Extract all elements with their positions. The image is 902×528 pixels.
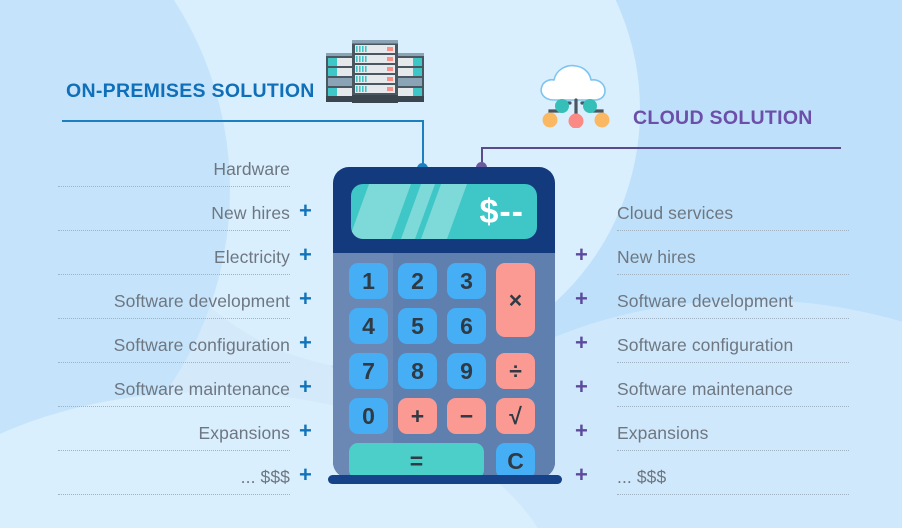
calc-key-multiply[interactable]: × [496, 263, 535, 337]
onprem-connector-line [62, 120, 424, 122]
plus-icon: + [299, 374, 312, 399]
list-item: + Electricity [58, 231, 312, 275]
list-item-label: Expansions [617, 423, 709, 443]
calc-key-8[interactable]: 8 [398, 353, 437, 389]
list-item: + ... $$$ [575, 451, 849, 495]
calc-key-7[interactable]: 7 [349, 353, 388, 389]
calc-key-0[interactable]: 0 [349, 398, 388, 434]
list-item: + Software maintenance [575, 363, 849, 407]
list-item: + Software configuration [58, 319, 312, 363]
list-item-label: Software maintenance [113, 379, 290, 399]
list-item: + ... $$$ [58, 451, 312, 495]
calc-key-plus[interactable]: + [398, 398, 437, 434]
infographic-canvas: ON-PREMISES SOLUTION CLOUD SOLUTION Hard… [0, 0, 902, 528]
plus-icon: + [299, 242, 312, 267]
list-item-label: New hires [211, 203, 290, 223]
calc-key-equals[interactable]: = [349, 443, 484, 478]
list-item-label: Hardware [213, 159, 290, 179]
calc-key-minus[interactable]: − [447, 398, 486, 434]
list-item: Hardware [58, 143, 290, 187]
plus-icon: + [299, 462, 312, 487]
plus-icon: + [575, 242, 588, 267]
plus-icon: + [299, 330, 312, 355]
list-item: + New hires [575, 231, 849, 275]
list-item-label: Cloud services [617, 203, 734, 223]
cloud-connector-line [481, 147, 841, 149]
plus-icon: + [575, 374, 588, 399]
plus-icon: + [575, 462, 588, 487]
list-item-label: Software development [113, 291, 290, 311]
calc-key-divide[interactable]: ÷ [496, 353, 535, 389]
calculator-illustration: $-- 1 2 3 × 4 5 6 7 8 9 ÷ 0 + − √ = C [333, 167, 555, 478]
onprem-cost-list: Hardware + New hires + Electricity + Sof… [58, 143, 312, 495]
list-item: Cloud services [617, 187, 849, 231]
calc-key-clear[interactable]: C [496, 443, 535, 478]
plus-icon: + [299, 198, 312, 223]
list-item-label: New hires [617, 247, 696, 267]
list-item: + Software development [58, 275, 312, 319]
onprem-connector-drop [422, 120, 424, 168]
cloud-title: CLOUD SOLUTION [633, 107, 813, 129]
list-item-label: Electricity [214, 247, 290, 267]
plus-icon: + [575, 418, 588, 443]
list-item-label: Software maintenance [617, 379, 794, 399]
calc-key-3[interactable]: 3 [447, 263, 486, 299]
plus-icon: + [299, 286, 312, 311]
list-item: + New hires [58, 187, 312, 231]
cloud-cost-list: Cloud services + New hires + Software de… [575, 187, 849, 495]
list-item-label: Software configuration [617, 335, 794, 355]
calculator-display: $-- [351, 184, 537, 239]
calc-key-5[interactable]: 5 [398, 308, 437, 344]
calc-key-1[interactable]: 1 [349, 263, 388, 299]
calculator-body: $-- 1 2 3 × 4 5 6 7 8 9 ÷ 0 + − √ = C [333, 167, 555, 478]
plus-icon: + [575, 286, 588, 311]
list-item-label: Expansions [198, 423, 290, 443]
list-item-label: Software configuration [113, 335, 290, 355]
cloud-network-icon [526, 58, 626, 129]
list-item-rule [58, 494, 290, 495]
plus-icon: + [575, 330, 588, 355]
list-item-label: ... $$$ [617, 467, 667, 487]
list-item: + Software development [575, 275, 849, 319]
list-item-rule [617, 494, 849, 495]
calculator-keypad: 1 2 3 × 4 5 6 7 8 9 ÷ 0 + − √ = C [349, 263, 539, 478]
calc-key-4[interactable]: 4 [349, 308, 388, 344]
calc-key-2[interactable]: 2 [398, 263, 437, 299]
list-item: + Software maintenance [58, 363, 312, 407]
calculator-base-shadow [328, 475, 562, 484]
plus-icon: + [299, 418, 312, 443]
list-item: + Software configuration [575, 319, 849, 363]
calc-key-6[interactable]: 6 [447, 308, 486, 344]
list-item-label: Software development [617, 291, 794, 311]
calc-key-9[interactable]: 9 [447, 353, 486, 389]
list-item-label: ... $$$ [240, 467, 290, 487]
display-value: $-- [479, 192, 524, 231]
onprem-title: ON-PREMISES SOLUTION [66, 80, 315, 102]
server-rack-icon [326, 36, 424, 106]
list-item: + Expansions [575, 407, 849, 451]
calc-key-sqrt[interactable]: √ [496, 398, 535, 434]
list-item: + Expansions [58, 407, 312, 451]
